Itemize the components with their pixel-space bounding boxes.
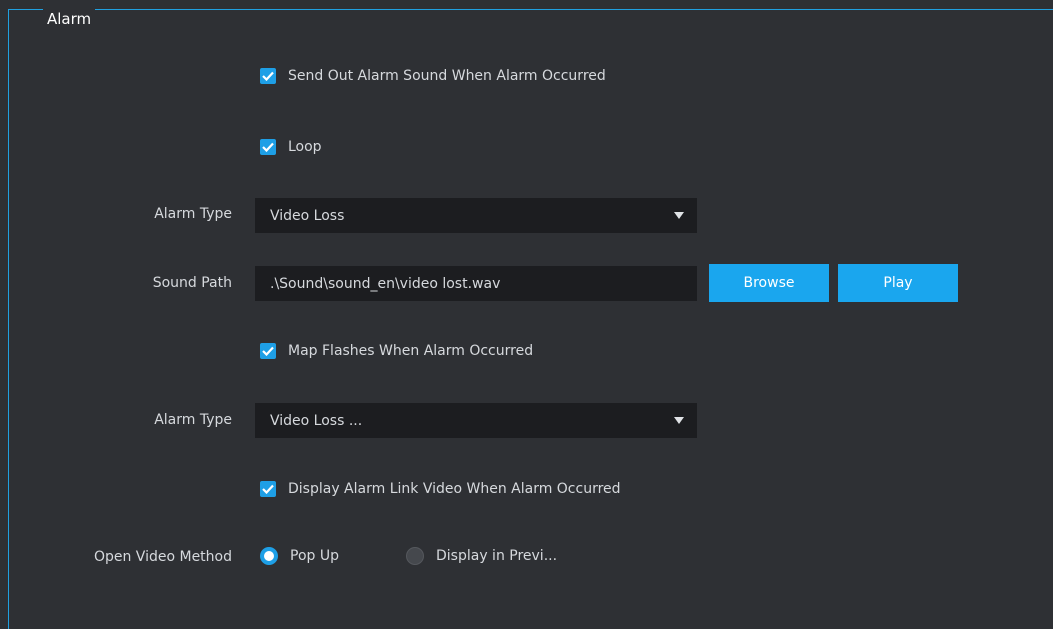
chevron-down-icon[interactable] bbox=[674, 212, 684, 219]
display-in-preview-radio-row[interactable]: Display in Previ... bbox=[406, 547, 557, 565]
loop-checkbox-row[interactable]: Loop bbox=[260, 139, 322, 155]
checkmark-icon bbox=[262, 484, 274, 494]
alarm-group-box: Alarm bbox=[8, 9, 1053, 629]
sound-path-input[interactable]: .\Sound\sound_en\video lost.wav bbox=[255, 266, 697, 301]
checkmark-icon bbox=[262, 346, 274, 356]
chevron-down-icon[interactable] bbox=[674, 417, 684, 424]
send-alarm-sound-label: Send Out Alarm Sound When Alarm Occurred bbox=[288, 68, 606, 84]
sound-path-value: .\Sound\sound_en\video lost.wav bbox=[270, 275, 501, 292]
display-link-video-label: Display Alarm Link Video When Alarm Occu… bbox=[288, 481, 621, 497]
map-flashes-label: Map Flashes When Alarm Occurred bbox=[288, 343, 534, 359]
alarm-type-label-2: Alarm Type bbox=[154, 412, 232, 428]
display-in-preview-label: Display in Previ... bbox=[436, 548, 558, 564]
alarm-type-label: Alarm Type bbox=[154, 206, 232, 222]
alarm-type-select[interactable]: Video Loss bbox=[255, 198, 697, 233]
loop-checkbox[interactable] bbox=[260, 139, 276, 155]
pop-up-radio-row[interactable]: Pop Up bbox=[260, 547, 339, 565]
pop-up-radio[interactable] bbox=[260, 547, 278, 565]
display-link-video-checkbox[interactable] bbox=[260, 481, 276, 497]
checkmark-icon bbox=[262, 142, 274, 152]
display-link-video-checkbox-row[interactable]: Display Alarm Link Video When Alarm Occu… bbox=[260, 481, 621, 497]
send-alarm-sound-checkbox[interactable] bbox=[260, 68, 276, 84]
display-in-preview-radio[interactable] bbox=[406, 547, 424, 565]
alarm-type-value-2: Video Loss ... bbox=[270, 412, 363, 429]
sound-path-label: Sound Path bbox=[152, 275, 232, 291]
alarm-type-value: Video Loss bbox=[270, 207, 345, 224]
pop-up-label: Pop Up bbox=[290, 548, 339, 564]
alarm-group-title: Alarm bbox=[43, 9, 96, 29]
alarm-type-select-2[interactable]: Video Loss ... bbox=[255, 403, 697, 438]
open-video-method-label: Open Video Method bbox=[93, 549, 232, 565]
map-flashes-checkbox-row[interactable]: Map Flashes When Alarm Occurred bbox=[260, 343, 533, 359]
map-flashes-checkbox[interactable] bbox=[260, 343, 276, 359]
send-alarm-sound-checkbox-row[interactable]: Send Out Alarm Sound When Alarm Occurred bbox=[260, 68, 606, 84]
play-button[interactable]: Play bbox=[838, 264, 958, 302]
checkmark-icon bbox=[262, 71, 274, 81]
loop-label: Loop bbox=[288, 139, 322, 155]
browse-button[interactable]: Browse bbox=[709, 264, 829, 302]
